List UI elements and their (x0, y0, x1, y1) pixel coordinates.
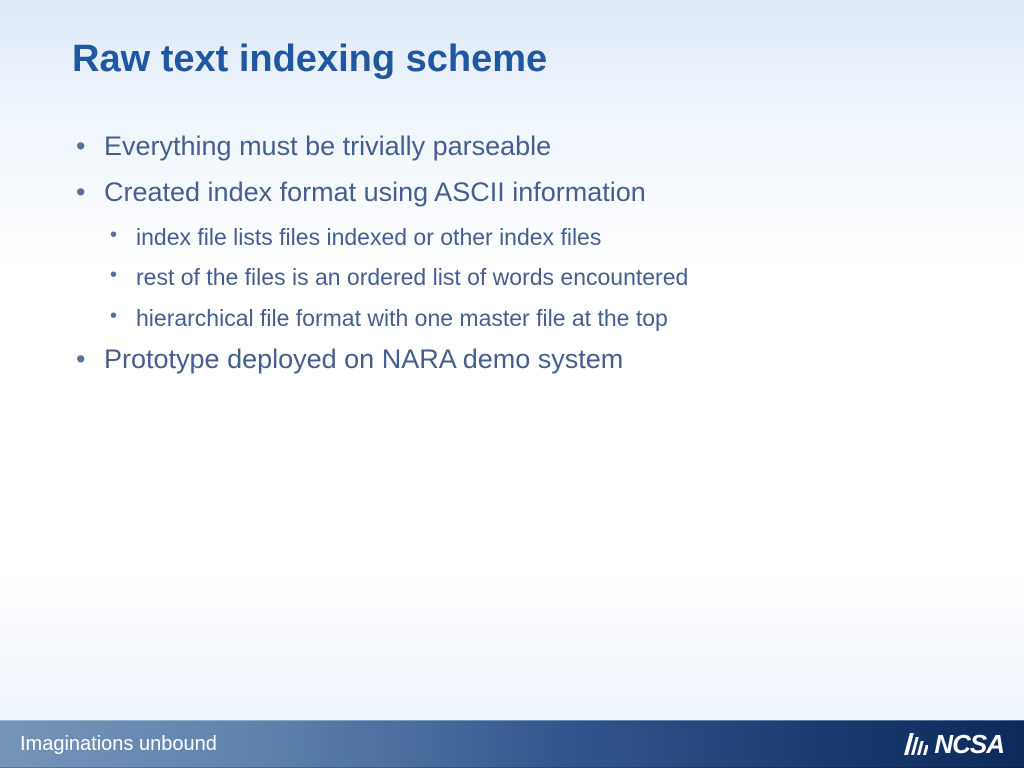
bullet-sub-item: hierarchical file format with one master… (72, 301, 952, 336)
slide-content: Everything must be trivially parseable C… (72, 128, 952, 387)
ncsa-logo-icon (902, 731, 928, 757)
bullet-item: Everything must be trivially parseable (72, 128, 952, 166)
slide-title: Raw text indexing scheme (72, 38, 547, 81)
footer-tagline: Imaginations unbound (20, 733, 217, 756)
bullet-list: Everything must be trivially parseable C… (72, 128, 952, 379)
bullet-sub-item: rest of the files is an ordered list of … (72, 260, 952, 295)
bullet-item: Prototype deployed on NARA demo system (72, 341, 952, 379)
bullet-item: Created index format using ASCII informa… (72, 174, 952, 212)
bullet-sub-item: index file lists files indexed or other … (72, 220, 952, 255)
ncsa-logo-text: NCSA (934, 729, 1004, 760)
slide-footer: Imaginations unbound NCSA (0, 720, 1024, 768)
ncsa-logo: NCSA (902, 729, 1004, 760)
